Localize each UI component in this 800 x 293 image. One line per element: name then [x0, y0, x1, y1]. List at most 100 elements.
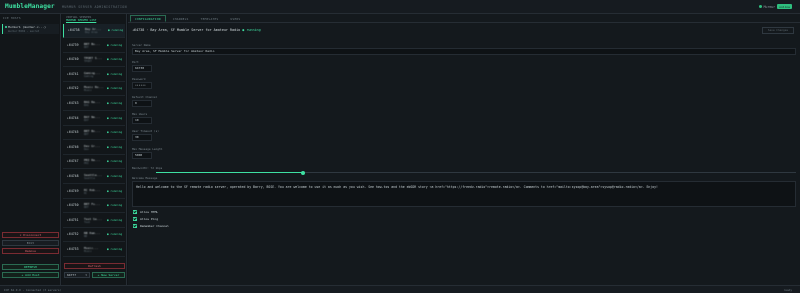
tab-templates[interactable]: TEMPLATES	[196, 15, 224, 22]
server-status-badge: ● running	[107, 71, 123, 76]
footer-status: ICE 64.0.0 · Connected (3 servers)	[4, 288, 62, 292]
server-subname: Gaming	[84, 74, 94, 78]
server-list-item[interactable]: ↓64750 BRT Fu... BRT ● running	[63, 199, 125, 214]
disconnect-button[interactable]: × Disconnect	[2, 232, 59, 238]
field-label: Default Channel	[132, 95, 158, 99]
refresh-hosts-button[interactable]: REFRESH	[2, 264, 59, 270]
server-list-item[interactable]: ↓64740 TPORT S... TPORT ● running	[63, 53, 125, 68]
add-host-button[interactable]: + Add Host	[2, 272, 59, 278]
status-bar: ICE 64.0.0 · Connected (3 servers) ready	[0, 285, 800, 293]
server-subname: TPORT	[84, 60, 92, 64]
server-list-item[interactable]: ↓64741 Gaming... Gaming ● running	[63, 68, 125, 82]
servers-subtitle: MURMUR SERVER LIST	[66, 18, 97, 23]
server-subname: RC	[84, 191, 88, 195]
bandwidth-slider[interactable]	[156, 170, 796, 175]
bandwidth-label: Bandwidth: 72 kbps	[132, 166, 163, 170]
save-changes-button[interactable]: Save Changes	[762, 27, 794, 34]
checkbox-label: Allow HTML	[140, 209, 159, 214]
server-subname: NB	[84, 235, 88, 239]
server-port: ↓64751	[67, 217, 79, 222]
tab-channels[interactable]: CHANNELS	[168, 15, 194, 22]
field-label: Port	[132, 60, 139, 64]
field-input[interactable]: Bay Area, SF Mumble Server for Amateur R…	[132, 48, 796, 55]
field-input[interactable]: 30	[132, 134, 152, 141]
hosts-panel: ICE HOSTS Murmur1 (murmur.c...) murmur:6…	[0, 14, 61, 285]
server-subname: Music	[84, 250, 92, 253]
server-status-badge: ● running	[107, 217, 123, 222]
server-port: ↓64738	[68, 28, 80, 32]
server-subname: Test	[84, 220, 91, 224]
server-port: ↓64749	[67, 188, 79, 193]
server-subname: Bay Area	[85, 31, 98, 34]
server-list-item[interactable]: ↓64738 Bay Ar... Bay Area ● running	[63, 24, 125, 38]
tab-divider	[128, 22, 800, 23]
status-badge: online	[777, 4, 792, 9]
server-status-badge: ● running	[107, 57, 123, 62]
footer-ready: ready	[783, 288, 792, 292]
server-subname: Seattle	[84, 177, 95, 180]
server-port: ↓64739	[67, 42, 79, 47]
server-subname: BRT	[84, 206, 89, 210]
servers-header: VIRTUAL SERVERS MURMUR SERVER LIST	[66, 15, 97, 23]
server-list-item[interactable]: ↓64744 BAY Ne... BAY ● running	[63, 112, 125, 126]
server-status-badge: ● running	[107, 86, 123, 91]
server-port: ↓64742	[67, 86, 79, 91]
server-list-item[interactable]: ↓64748 Seattle... Seattle ● running	[63, 170, 125, 184]
field-label: Password	[132, 77, 146, 81]
server-list-item[interactable]: ↓64751 Test Se... Test ● running	[63, 214, 125, 228]
tab-users[interactable]: USERS	[226, 15, 246, 22]
field-input[interactable]: 64738	[132, 65, 152, 72]
welcome-message-input[interactable]: Hello and welcome to the SF remote radio…	[132, 181, 796, 207]
app-subtitle: MURMUR SERVER ADMINISTRATION	[62, 5, 127, 9]
connection-status: Murmur online	[758, 4, 792, 9]
checkbox-checked-icon[interactable]	[133, 223, 137, 228]
server-subname: BRT	[84, 45, 89, 49]
host-item[interactable]: Murmur1 (murmur.c...) murmur:6502 · secr…	[2, 24, 59, 34]
server-port: ↓64741	[67, 71, 79, 76]
chevron-down-icon: ▾	[85, 273, 87, 277]
config-running-badge: ● running	[242, 28, 261, 32]
server-port: ↓64740	[67, 57, 79, 62]
server-list-item[interactable]: ↓64743 BAG Ra... BAG ● running	[63, 97, 125, 111]
option-checkbox-row[interactable]: Allow HTML	[133, 209, 158, 214]
checkbox-checked-icon[interactable]	[133, 209, 137, 214]
server-port: ↓64750	[67, 203, 79, 208]
edit-host-button[interactable]: Edit	[2, 240, 59, 246]
server-port: ↓64746	[67, 144, 79, 149]
server-status-badge: ● running	[107, 115, 123, 120]
server-list-item[interactable]: ↓64746 Dev Gr... Dev ● running	[63, 141, 125, 155]
config-port: ↓64738	[132, 28, 145, 32]
new-server-button[interactable]: + New Server	[92, 272, 125, 278]
field-input[interactable]: 5000	[132, 152, 152, 159]
config-server-name: Bay Area, SF Mumble Server for Amateur R…	[150, 28, 241, 32]
server-list-item[interactable]: ↓64745 BRT Bo... BRT ● running	[63, 126, 125, 141]
field-input[interactable]: ••••••	[132, 82, 152, 89]
field-input[interactable]: 0	[132, 100, 152, 107]
servers-panel: VIRTUAL SERVERS MURMUR SERVER LIST ↓6473…	[62, 14, 127, 285]
server-list-item[interactable]: ↓64752 NB Ham... NB ● running	[63, 228, 125, 243]
server-port: ↓64747	[67, 159, 79, 164]
bandwidth-slider-handle[interactable]	[301, 170, 306, 175]
bandwidth-slider-fill	[156, 172, 304, 173]
server-port: ↓64743	[67, 101, 79, 105]
server-port: ↓64745	[67, 130, 79, 135]
checkbox-checked-icon[interactable]	[133, 216, 137, 221]
server-port: ↓64753	[67, 247, 79, 251]
field-label: Max Message Length	[132, 147, 163, 151]
server-status-badge: ● running	[107, 42, 123, 47]
server-list-item[interactable]: ↓64742 Music Ro... Music ● running	[63, 82, 125, 97]
port-select[interactable]: 64777 ▾	[64, 272, 90, 278]
server-status-badge: ● running	[108, 28, 124, 32]
server-list-item[interactable]: ↓64753 Music... Music ● running	[63, 243, 125, 257]
refresh-servers-button[interactable]: Refresh	[64, 263, 125, 269]
server-list-item[interactable]: ↓64749 RC Hob... RC ● running	[63, 185, 125, 199]
app-title: MumbleManager	[5, 3, 55, 10]
remove-host-button[interactable]: Remove	[2, 248, 59, 254]
server-list-item[interactable]: ↓64739 BRT Bu... BRT ● running	[63, 39, 125, 53]
server-list-item[interactable]: ↓64747 PRI Ra... PRI ● running	[63, 155, 125, 170]
tab-configuration[interactable]: CONFIGURATION	[130, 15, 166, 22]
option-checkbox-row[interactable]: Allow Ping	[133, 216, 158, 221]
option-checkbox-row[interactable]: Remember Channel	[133, 223, 169, 228]
welcome-label: Welcome Message	[132, 176, 158, 180]
field-input[interactable]: 10	[132, 117, 152, 124]
